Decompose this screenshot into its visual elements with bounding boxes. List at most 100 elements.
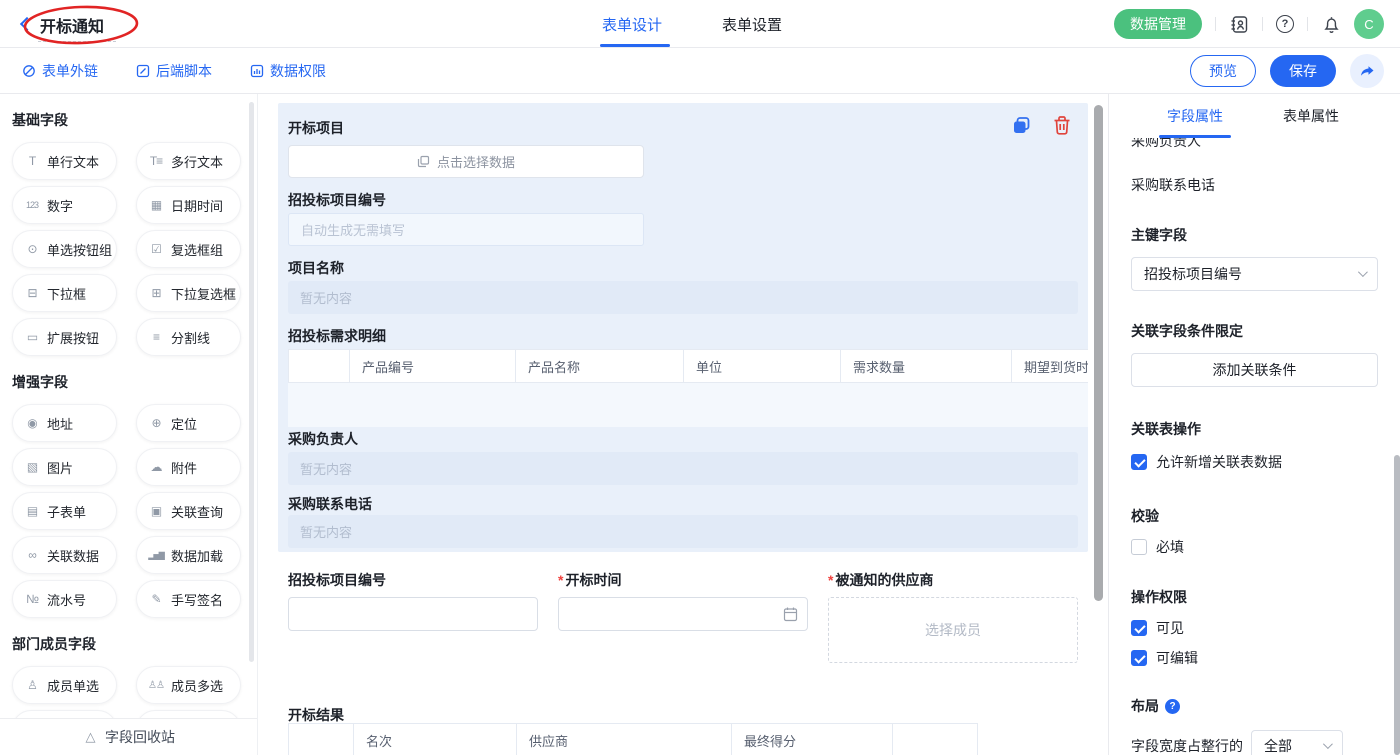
panel-content: 采购负责人 采购联系电话 主键字段 招投标项目编号 关联字段条件限定 添加关联条… [1109, 138, 1400, 755]
contacts-book-icon[interactable] [1229, 14, 1249, 34]
form-canvas: 开标项目 点击选择数据 招投标项目编号 自动生成无需填写 项目名称 暂无内容 招… [258, 94, 1108, 755]
preview-button[interactable]: 预览 [1190, 55, 1256, 87]
notification-bell-icon[interactable] [1321, 14, 1341, 34]
panel-tabs: 字段属性 表单属性 [1109, 94, 1400, 138]
sidebar-item-single-line-text[interactable]: T单行文本 [12, 142, 117, 180]
canvas-scrollbar-thumb[interactable] [1094, 105, 1103, 601]
field-recycle-bin[interactable]: △ 字段回收站 [0, 718, 257, 755]
data-permission-link[interactable]: 数据权限 [250, 61, 326, 81]
sidebar-item-image[interactable]: ▧图片 [12, 448, 117, 486]
field-width-row: 字段宽度占整行的 全部 [1131, 730, 1378, 755]
sidebar-item-address[interactable]: ◉地址 [12, 404, 117, 442]
sidebar-item-member-single[interactable]: ♙成员单选 [12, 666, 117, 704]
sidebar-item-multi-dropdown[interactable]: ⊞下拉复选框 [136, 274, 241, 312]
sidebar-scrollbar-thumb[interactable] [249, 102, 254, 662]
backend-script-link[interactable]: 后端脚本 [136, 61, 212, 81]
bid-open-time-date-input[interactable] [558, 597, 808, 631]
radio-group-icon: ⊙ [24, 242, 40, 256]
delete-icon[interactable] [1052, 115, 1072, 136]
copy-icon[interactable] [1011, 115, 1032, 136]
save-button[interactable]: 保存 [1270, 55, 1336, 87]
address-icon: ◉ [24, 416, 40, 430]
field-label-tender-number: 招投标项目编号 [288, 191, 386, 209]
share-arrow-icon [1359, 63, 1375, 79]
primary-key-select[interactable]: 招投标项目编号 [1131, 257, 1378, 291]
sidebar-item-checkbox-group[interactable]: ☑复选框组 [136, 230, 241, 268]
purchase-owner-input[interactable]: 暂无内容 [288, 452, 1078, 485]
field-label-demand-detail: 招投标需求明细 [288, 327, 386, 345]
sidebar-item-serial-number[interactable]: №流水号 [12, 580, 117, 618]
purchase-phone-input[interactable]: 暂无内容 [288, 515, 1078, 548]
tab-form-properties[interactable]: 表单属性 [1283, 106, 1339, 126]
sidebar-item-clipped[interactable] [12, 710, 117, 718]
page-title[interactable]: 开标通知 [40, 13, 104, 37]
sidebar-item-dropdown[interactable]: ⊟下拉框 [12, 274, 117, 312]
location-icon: ⊕ [148, 416, 164, 430]
field-label-bid-project: 开标项目 [288, 119, 344, 137]
select-data-button[interactable]: 点击选择数据 [288, 145, 644, 178]
member-single-icon: ♙ [24, 678, 40, 692]
back-chevron-icon[interactable] [20, 17, 34, 31]
table-header-cell [288, 723, 354, 755]
tab-form-design[interactable]: 表单设计 [602, 14, 662, 35]
avatar[interactable]: C [1354, 9, 1384, 39]
header-right-cluster: 数据管理 ? C [1114, 0, 1384, 48]
sidebar-item-divider[interactable]: ≡分割线 [136, 318, 241, 356]
sidebar-item-member-multi[interactable]: ♙♙成员多选 [136, 666, 241, 704]
sidebar-item-location[interactable]: ⊕定位 [136, 404, 241, 442]
sidebar-item-attachment[interactable]: ☁附件 [136, 448, 241, 486]
selected-field-group[interactable]: 开标项目 点击选择数据 招投标项目编号 自动生成无需填写 项目名称 暂无内容 招… [278, 103, 1088, 552]
basic-fields-grid: T单行文本 T≡多行文本 123数字 ▦日期时间 ⊙单选按钮组 ☑复选框组 ⊟下… [12, 142, 257, 356]
sidebar-item-data-load[interactable]: ▂▅▇数据加载 [136, 536, 241, 574]
section-title-enhanced-fields: 增强字段 [12, 372, 257, 392]
number-icon: 123 [24, 200, 40, 210]
data-manage-button[interactable]: 数据管理 [1114, 9, 1202, 39]
block-actions [1011, 115, 1072, 136]
related-data-icon: ∞ [24, 548, 40, 562]
tab-form-settings[interactable]: 表单设置 [722, 14, 782, 35]
sidebar-item-signature[interactable]: ✎手写签名 [136, 580, 241, 618]
share-button[interactable] [1350, 54, 1384, 88]
table-header-cell: 产品名称 [516, 349, 684, 383]
form-external-link[interactable]: 表单外链 [22, 61, 98, 81]
chevron-down-icon [1323, 739, 1333, 749]
panel-scrollbar-thumb[interactable] [1394, 455, 1400, 755]
sidebar-item-clipped[interactable] [136, 710, 241, 718]
visible-row: 可见 [1131, 618, 1378, 638]
toolbar-links: 表单外链 后端脚本 数据权限 [22, 61, 326, 81]
sidebar-item-number[interactable]: 123数字 [12, 186, 117, 224]
sidebar-item-subform[interactable]: ▤子表单 [12, 492, 117, 530]
toolbar-actions: 预览 保存 [1190, 54, 1384, 88]
bid-result-table: 名次 供应商 最终得分 [288, 723, 978, 755]
layout-help-icon[interactable]: ? [1165, 699, 1180, 714]
multi-dropdown-icon: ⊞ [148, 286, 164, 300]
sidebar-item-related-query[interactable]: ▣关联查询 [136, 492, 241, 530]
help-icon[interactable]: ? [1276, 15, 1294, 33]
field-bid-open-time: *开标时间 [558, 571, 808, 663]
sidebar-item-related-data[interactable]: ∞关联数据 [12, 536, 117, 574]
scrolled-field-item[interactable]: 采购联系电话 [1131, 175, 1378, 195]
scrolled-field-item[interactable]: 采购负责人 [1131, 138, 1378, 151]
project-name-input[interactable]: 暂无内容 [288, 281, 1078, 314]
add-relation-condition-button[interactable]: 添加关联条件 [1131, 353, 1378, 387]
sidebar-item-radio-group[interactable]: ⊙单选按钮组 [12, 230, 117, 268]
select-member-box[interactable]: 选择成员 [828, 597, 1078, 663]
validation-heading: 校验 [1131, 506, 1378, 526]
tender-number-text-input[interactable] [288, 597, 538, 631]
select-data-icon [417, 155, 430, 168]
separator [1262, 17, 1263, 31]
field-label-project-name: 项目名称 [288, 259, 344, 277]
sidebar-item-datetime[interactable]: ▦日期时间 [136, 186, 241, 224]
required-checkbox[interactable] [1131, 539, 1147, 555]
sidebar-item-multi-line-text[interactable]: T≡多行文本 [136, 142, 241, 180]
tender-number-input[interactable]: 自动生成无需填写 [288, 213, 644, 246]
editable-checkbox[interactable] [1131, 650, 1147, 666]
field-width-select[interactable]: 全部 [1251, 730, 1343, 755]
divider-icon: ≡ [148, 330, 164, 344]
header: 开标通知 表单设计 表单设置 数据管理 ? [0, 0, 1400, 48]
tab-field-properties[interactable]: 字段属性 [1167, 106, 1223, 126]
field-label-purchase-phone: 采购联系电话 [288, 495, 372, 513]
allow-add-relation-checkbox[interactable] [1131, 454, 1147, 470]
sidebar-item-extend-button[interactable]: ▭扩展按钮 [12, 318, 117, 356]
visible-checkbox[interactable] [1131, 620, 1147, 636]
